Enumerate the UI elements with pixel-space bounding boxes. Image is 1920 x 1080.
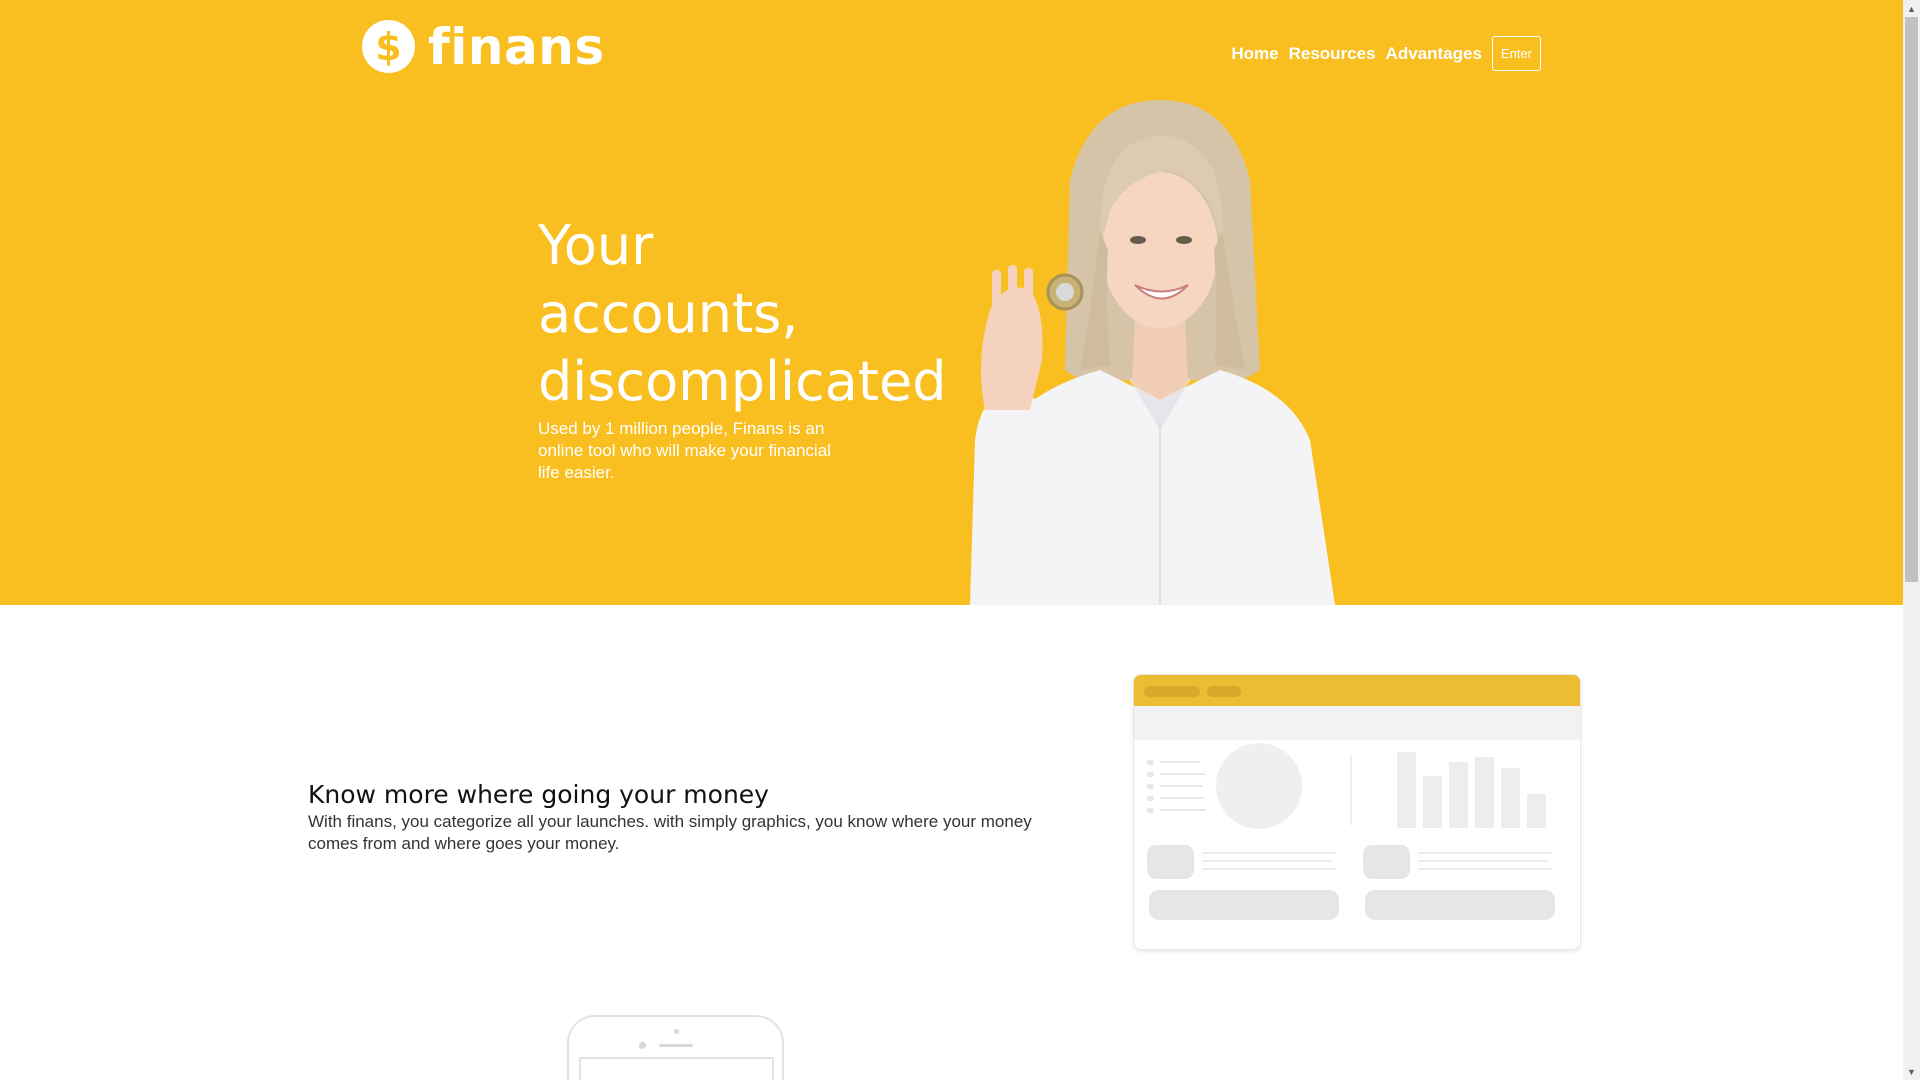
hero-title-line: accounts, [538,282,799,345]
logo-symbol: $ [375,24,402,69]
hero-section: $ finans Home Resources Advantages Enter… [0,0,1903,605]
hero-title-line: Your [538,214,654,277]
woman-holding-coin-illustration [970,100,1335,605]
phone-sensor [674,1029,679,1034]
feature-text: With finans, you categorize all your lau… [308,812,1032,853]
header-pill [1144,686,1200,697]
dashboard-toolbar [1134,706,1580,740]
dashboard-content [1147,743,1555,920]
nav-resources-link[interactable]: Resources [1289,44,1376,64]
nav-advantages-link[interactable]: Advantages [1386,44,1482,64]
phone-mockup-illustration [567,1015,784,1080]
hero-title: Your accounts, discomplicated [538,212,958,416]
main-nav: Home Resources Advantages Enter [1221,36,1541,71]
enter-button[interactable]: Enter [1491,36,1541,71]
dashboard-header [1134,675,1580,706]
nav-home-link[interactable]: Home [1231,44,1278,64]
phone-camera [639,1042,646,1049]
brand-logo[interactable]: $ finans [362,20,605,73]
header-pill [1207,686,1241,697]
feature-title: Know more where going your money [308,780,769,809]
dashboard-mockup-illustration [1133,674,1581,950]
hero-title-line: discomplicated [538,350,947,413]
dollar-coin-icon: $ [362,20,415,73]
phone-screen [579,1057,774,1080]
hero-subtitle: Used by 1 million people, Finans is an o… [538,419,831,482]
phone-speaker [659,1044,693,1047]
scroll-up-arrow-icon[interactable]: ▲ [1903,0,1920,17]
page-scrollbar[interactable]: ▲ ▼ [1903,0,1920,1080]
scroll-down-arrow-icon[interactable]: ▼ [1903,1063,1920,1080]
scroll-thumb[interactable] [1905,17,1918,582]
brand-name: finans [428,17,605,76]
